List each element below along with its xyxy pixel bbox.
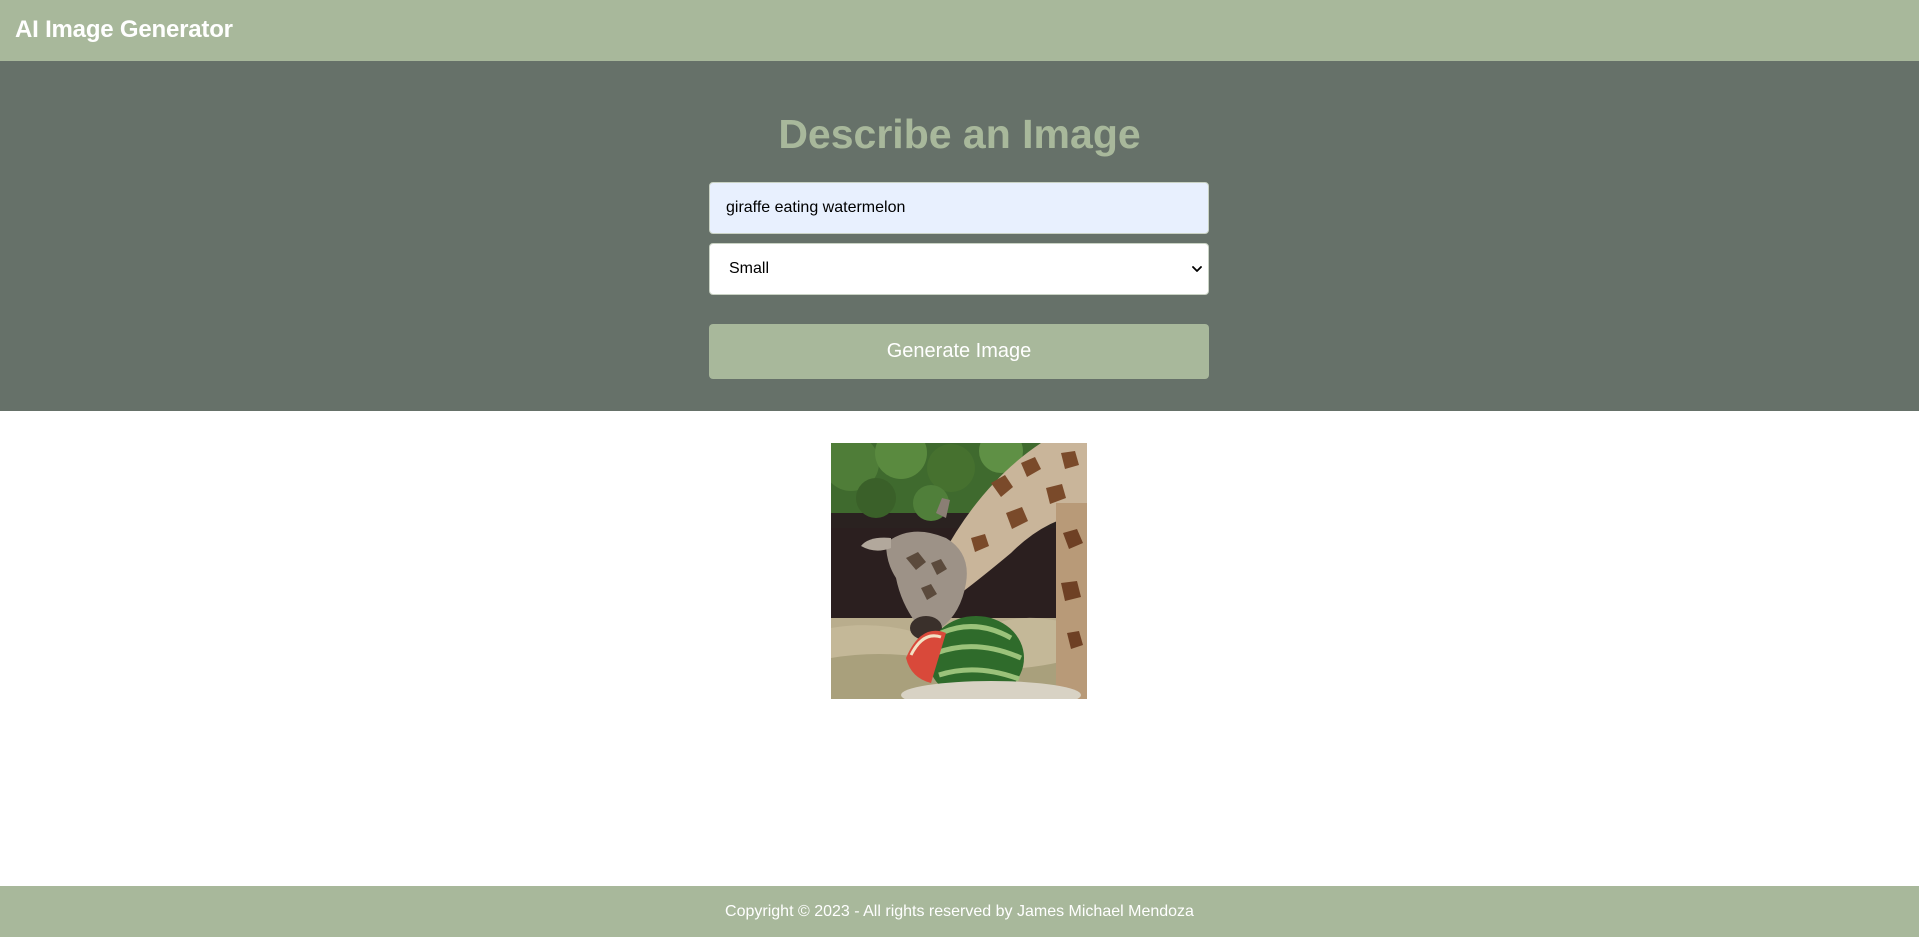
generated-image [831,443,1087,699]
size-select[interactable]: Small [709,243,1209,295]
brand-title[interactable]: AI Image Generator [15,16,233,44]
page: AI Image Generator Describe an Image Sma… [0,0,1919,937]
generate-image-button[interactable]: Generate Image [709,324,1209,379]
chevron-down-icon [1192,266,1202,272]
navbar: AI Image Generator [0,0,1919,61]
copyright-text: Copyright © 2023 - All rights reserved b… [725,903,1194,920]
prompt-input[interactable] [709,182,1209,234]
generator-form-section: Describe an Image Small Generate Image [0,61,1919,411]
form-title: Describe an Image [778,111,1141,157]
footer: Copyright © 2023 - All rights reserved b… [0,886,1919,937]
size-select-value: Small [729,260,770,277]
